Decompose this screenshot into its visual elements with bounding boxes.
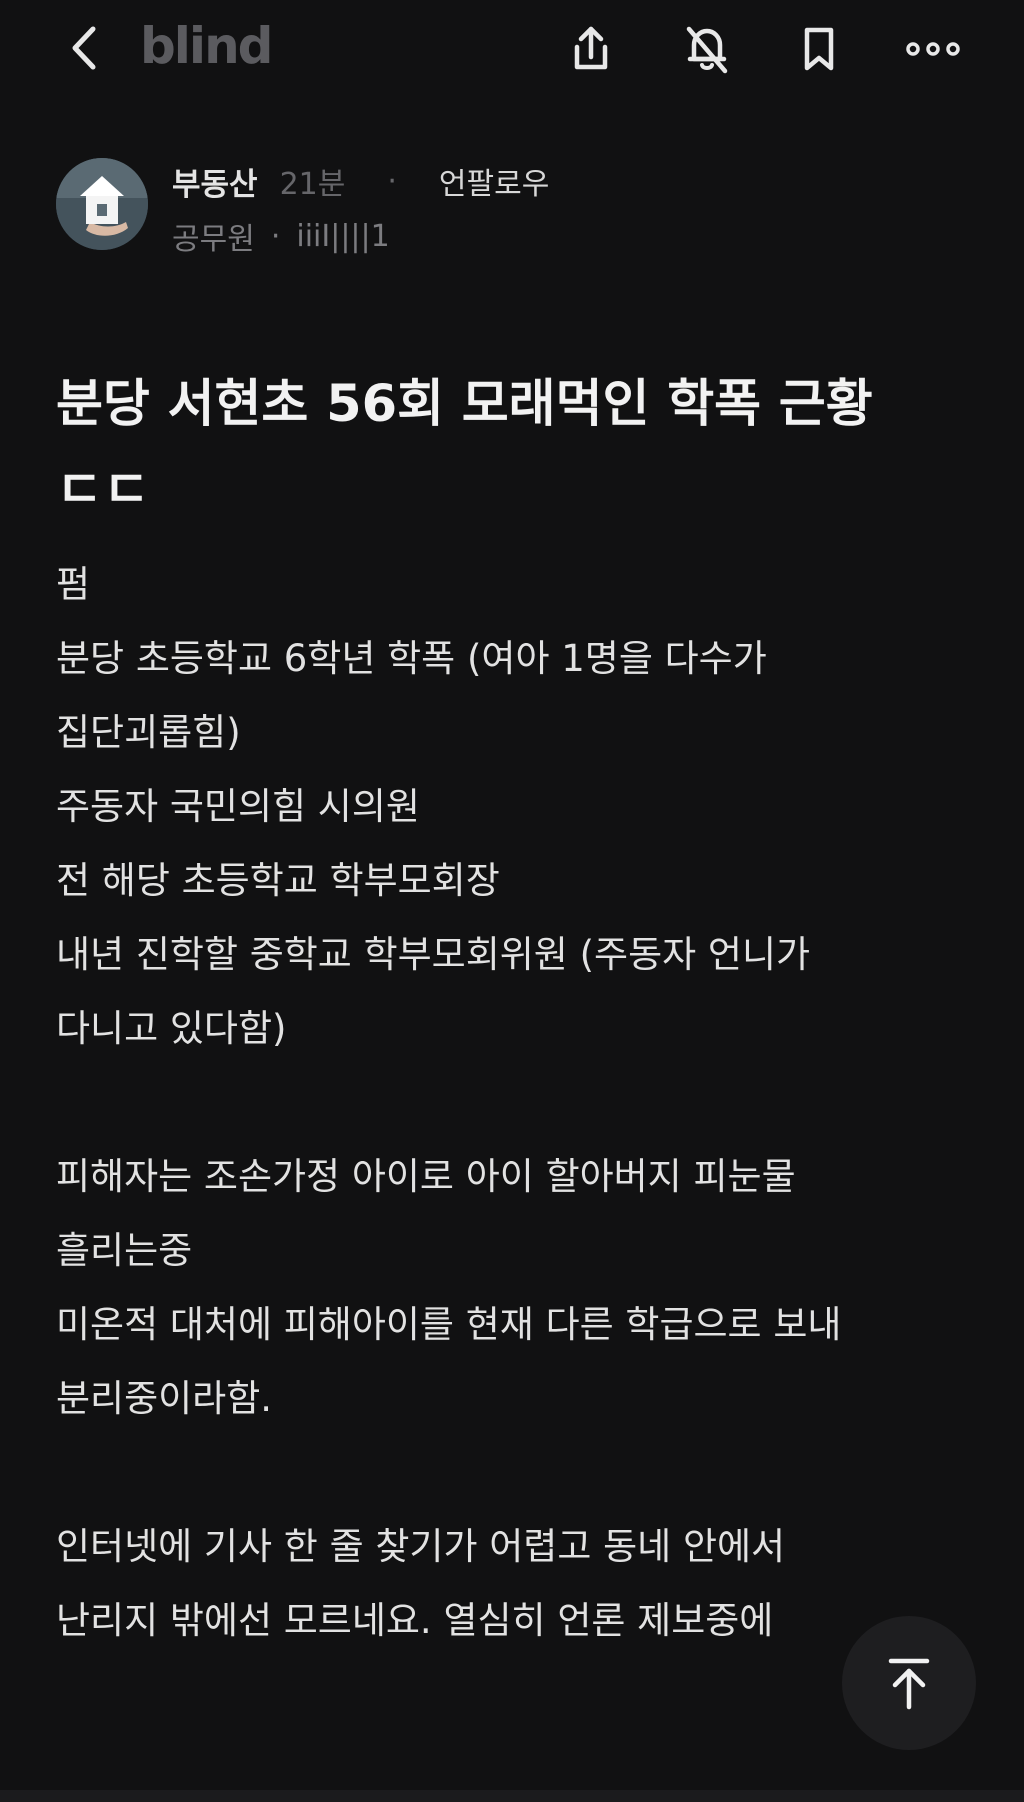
arrow-up-to-top-icon [888, 1658, 930, 1710]
post-body: 펌 분당 초등학교 6학년 학폭 (여아 1명을 다수가 집단괴롭힘) 주동자 … [56, 548, 976, 1658]
author-subline: 공무원 · iiiI||||1 [172, 214, 390, 258]
post-body-line: 전 해당 초등학교 학부모회장 [56, 859, 500, 902]
post-body-line: 미온적 대처에 피해아이를 현재 다른 학급으로 보내 [56, 1303, 842, 1346]
more-options-button[interactable] [898, 14, 968, 84]
more-horizontal-icon [906, 42, 960, 56]
post-body-line: 분당 초등학교 6학년 학폭 (여아 1명을 다수가 [56, 637, 767, 680]
separator-dot: · [387, 163, 397, 199]
post-meta: 부동산 21분 · 언팔로우 공무원 · iiiI||||1 [56, 158, 976, 258]
author-handle: iiiI||||1 [296, 218, 390, 254]
back-chevron-icon [72, 26, 96, 70]
notifications-off-button[interactable] [672, 14, 742, 84]
share-button[interactable] [556, 14, 626, 84]
bookmark-icon [804, 27, 834, 71]
post-body-line: 내년 진학할 중학교 학부모회위원 (주동자 언니가 [56, 933, 811, 976]
author-line: 부동산 21분 · 언팔로우 [172, 158, 549, 204]
author-name[interactable]: 부동산 [172, 159, 258, 204]
post-time: 21분 [279, 167, 346, 202]
post-title-line: ㄷㄷ [56, 461, 150, 520]
post-title-line: 분당 서현초 56회 모래먹인 학폭 근황 [56, 375, 873, 434]
back-button[interactable] [56, 18, 112, 78]
post-body-line: 인터넷에 기사 한 줄 찾기가 어렵고 동네 안에서 [56, 1525, 786, 1568]
bottom-edge [0, 1790, 1024, 1802]
post-title: 분당 서현초 56회 모래먹인 학폭 근황 ㄷㄷ [56, 362, 986, 534]
bookmark-button[interactable] [784, 14, 854, 84]
notifications-off-icon [686, 26, 728, 74]
post-body-line: 집단괴롭힘) [56, 711, 241, 754]
post-body-line: 분리중이라함. [56, 1377, 273, 1420]
post-body-line: 펌 [56, 563, 91, 606]
blind-logo: blind [140, 17, 273, 75]
house-in-hand-icon [56, 158, 148, 250]
post-body-line: 다니고 있다함) [56, 1007, 287, 1050]
top-navigation-bar: blind [0, 0, 1024, 96]
post-body-line: 흘리는중 [56, 1229, 193, 1272]
share-icon [574, 26, 608, 70]
separator-dot: · [270, 218, 281, 254]
scroll-to-top-button[interactable] [842, 1616, 976, 1750]
post-body-blank-line [56, 1436, 976, 1510]
author-avatar[interactable] [56, 158, 148, 250]
post-body-blank-line [56, 1066, 976, 1140]
unfollow-button[interactable]: 언팔로우 [439, 159, 549, 203]
post-body-line: 주동자 국민의힘 시의원 [56, 785, 420, 828]
post-body-line: 난리지 밖에선 모르네요. 열심히 언론 제보중에 [56, 1599, 774, 1642]
post-body-line: 피해자는 조손가정 아이로 아이 할아버지 피눈물 [56, 1155, 796, 1198]
author-company: 공무원 [172, 222, 255, 257]
